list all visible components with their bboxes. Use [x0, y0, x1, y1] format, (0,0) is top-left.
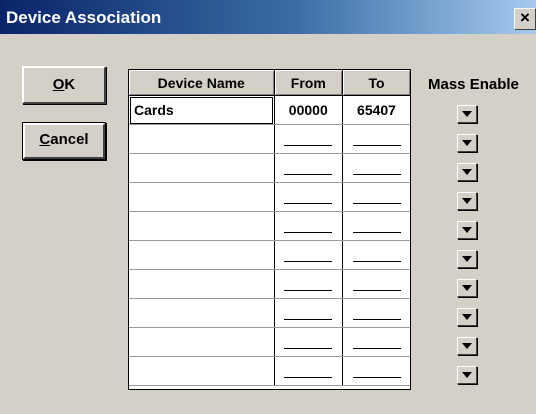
device-grid: Device Name From To Cards 00000 65407 — [128, 69, 411, 390]
device-name-cell[interactable] — [129, 124, 275, 154]
window-title: Device Association — [6, 8, 162, 27]
empty-field-underline — [284, 145, 333, 146]
from-cell[interactable] — [274, 182, 344, 212]
to-cell[interactable] — [342, 124, 410, 154]
empty-field-underline — [284, 232, 333, 233]
to-cell[interactable] — [342, 327, 410, 357]
to-cell[interactable] — [342, 356, 410, 386]
table-row — [129, 153, 410, 183]
dropdown-arrow-icon[interactable] — [457, 250, 477, 268]
dropdown-arrow-icon[interactable] — [457, 337, 477, 355]
to-cell[interactable] — [342, 182, 410, 212]
table-row — [129, 327, 410, 357]
table-row: Cards 00000 65407 — [129, 95, 410, 125]
from-cell[interactable]: 00000 — [274, 95, 344, 125]
empty-field-underline — [284, 290, 333, 291]
dropdown-arrow-icon[interactable] — [457, 308, 477, 326]
empty-field-underline — [284, 377, 333, 378]
device-name-cell[interactable] — [129, 182, 275, 212]
from-cell[interactable] — [274, 269, 344, 299]
empty-field-underline — [352, 261, 401, 262]
close-icon: × — [520, 8, 530, 27]
table-row — [129, 182, 410, 212]
dropdown-arrow-icon[interactable] — [457, 221, 477, 239]
table-row — [129, 356, 410, 386]
device-name-cell[interactable]: Cards — [129, 95, 275, 125]
device-name-cell[interactable] — [129, 327, 275, 357]
empty-field-underline — [284, 203, 333, 204]
table-row — [129, 269, 410, 299]
table-row — [129, 298, 410, 328]
from-cell[interactable] — [274, 153, 344, 183]
close-button[interactable]: × — [514, 8, 536, 30]
empty-field-underline — [352, 203, 401, 204]
device-name-cell[interactable] — [129, 153, 275, 183]
to-cell[interactable] — [342, 211, 410, 241]
device-name-cell[interactable] — [129, 356, 275, 386]
empty-field-underline — [352, 145, 401, 146]
from-cell[interactable] — [274, 240, 344, 270]
from-cell[interactable] — [274, 211, 344, 241]
from-cell[interactable] — [274, 327, 344, 357]
to-cell[interactable] — [342, 240, 410, 270]
column-header-from[interactable]: From — [274, 70, 344, 96]
dropdown-arrow-icon[interactable] — [457, 366, 477, 384]
from-cell[interactable] — [274, 124, 344, 154]
empty-field-underline — [284, 174, 333, 175]
mass-enable-label: Mass Enable — [428, 76, 519, 93]
empty-field-underline — [352, 377, 401, 378]
from-cell[interactable] — [274, 356, 344, 386]
empty-field-underline — [352, 319, 401, 320]
column-header-to[interactable]: To — [342, 70, 410, 96]
empty-field-underline — [352, 232, 401, 233]
empty-field-underline — [352, 348, 401, 349]
table-row — [129, 211, 410, 241]
cancel-button[interactable]: Cancel — [22, 122, 106, 160]
to-cell[interactable]: 65407 — [342, 95, 410, 125]
table-row — [129, 124, 410, 154]
dropdown-arrow-icon[interactable] — [457, 134, 477, 152]
to-cell[interactable] — [342, 153, 410, 183]
table-row — [129, 240, 410, 270]
device-name-cell[interactable] — [129, 269, 275, 299]
from-cell[interactable] — [274, 298, 344, 328]
device-name-cell[interactable] — [129, 298, 275, 328]
dropdown-arrow-icon[interactable] — [457, 192, 477, 210]
cancel-button-label: Cancel — [39, 131, 89, 148]
empty-field-underline — [284, 348, 333, 349]
column-header-device-name[interactable]: Device Name — [129, 70, 275, 96]
empty-field-underline — [352, 290, 401, 291]
title-bar: Device Association × — [0, 0, 536, 34]
to-cell[interactable] — [342, 298, 410, 328]
empty-field-underline — [284, 319, 333, 320]
dropdown-arrow-icon[interactable] — [457, 105, 477, 123]
ok-button-label: OK — [52, 76, 76, 93]
empty-field-underline — [284, 261, 333, 262]
to-cell[interactable] — [342, 269, 410, 299]
empty-field-underline — [352, 174, 401, 175]
device-name-cell[interactable] — [129, 211, 275, 241]
ok-button[interactable]: OK — [22, 66, 106, 104]
dropdown-arrow-icon[interactable] — [457, 279, 477, 297]
dropdown-arrow-icon[interactable] — [457, 163, 477, 181]
device-name-cell[interactable] — [129, 240, 275, 270]
